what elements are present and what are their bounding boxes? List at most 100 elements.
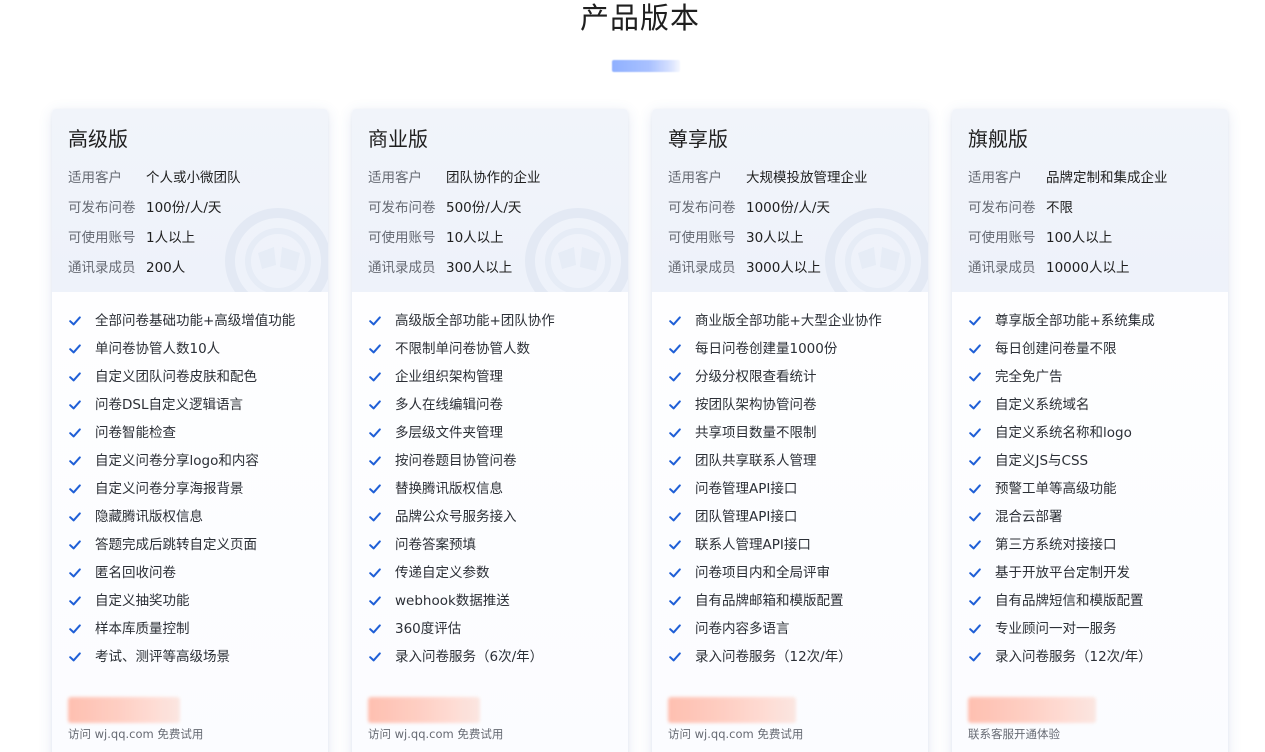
trial-note[interactable]: 访问 wj.qq.com 免费试用 <box>368 726 503 742</box>
feature-item: 自定义团队问卷皮肤和配色 <box>68 368 295 396</box>
check-icon <box>69 568 81 578</box>
feature-text: 团队管理API接口 <box>695 509 798 525</box>
feature-text: 考试、测评等高级场景 <box>95 649 230 665</box>
feature-text: 全部问卷基础功能+高级增值功能 <box>95 313 296 329</box>
info-value: 10人以上 <box>446 230 504 246</box>
check-icon <box>69 540 81 550</box>
feature-item: 问卷管理API接口 <box>668 480 882 508</box>
info-label: 可使用账号 <box>368 230 436 246</box>
feature-item: 问卷智能检查 <box>68 424 295 452</box>
feature-text: 问卷答案预填 <box>395 537 476 553</box>
feature-item: 录入问卷服务（12次/年） <box>668 648 882 676</box>
feature-text: 答题完成后跳转自定义页面 <box>95 537 257 553</box>
info-row-contacts: 通讯录成员 10000人以上 <box>968 259 1129 277</box>
feature-item: 混合云部署 <box>968 508 1155 536</box>
check-icon <box>69 484 81 494</box>
price-blurred <box>968 697 1096 723</box>
info-value: 10000人以上 <box>1046 260 1130 276</box>
info-value: 个人或小微团队 <box>146 170 241 186</box>
info-label: 可发布问卷 <box>968 200 1036 216</box>
trial-note[interactable]: 访问 wj.qq.com 免费试用 <box>68 726 203 742</box>
feature-list: 商业版全部功能+大型企业协作 每日问卷创建量1000份 分级分权限查看统计 按团… <box>668 312 882 676</box>
feature-text: 自定义问卷分享海报背景 <box>95 481 244 497</box>
info-value: 300人以上 <box>446 260 513 276</box>
check-icon <box>369 540 381 550</box>
logo-watermark-icon <box>225 208 328 292</box>
feature-text: 预警工单等高级功能 <box>995 481 1117 497</box>
check-icon <box>669 624 681 634</box>
feature-text: 自有品牌短信和模版配置 <box>995 593 1144 609</box>
check-icon <box>969 400 981 410</box>
plan-card-premium: 尊享版 适用客户 大规模投放管理企业 可发布问卷 1000份/人/天 可使用账号 30… <box>652 109 928 752</box>
check-icon <box>669 372 681 382</box>
feature-text: 品牌公众号服务接入 <box>395 509 517 525</box>
info-row-accounts: 可使用账号 1人以上 <box>68 229 195 247</box>
check-icon <box>69 428 81 438</box>
feature-item: 不限制单问卷协管人数 <box>368 340 555 368</box>
check-icon <box>69 624 81 634</box>
info-value: 1000份/人/天 <box>746 200 830 216</box>
feature-item: 团队管理API接口 <box>668 508 882 536</box>
info-row-contacts: 通讯录成员 300人以上 <box>368 259 512 277</box>
feature-text: 完全免广告 <box>995 369 1063 385</box>
feature-item: 录入问卷服务（12次/年） <box>968 648 1155 676</box>
check-icon <box>369 652 381 662</box>
info-label: 可使用账号 <box>968 230 1036 246</box>
trial-note[interactable]: 联系客服开通体验 <box>968 726 1060 742</box>
feature-item: 尊享版全部功能+系统集成 <box>968 312 1155 340</box>
feature-item: 多人在线编辑问卷 <box>368 396 555 424</box>
check-icon <box>369 568 381 578</box>
check-icon <box>369 484 381 494</box>
check-icon <box>969 540 981 550</box>
feature-item: 匿名回收问卷 <box>68 564 295 592</box>
feature-text: 第三方系统对接接口 <box>995 537 1117 553</box>
feature-text: 自定义抽奖功能 <box>95 593 190 609</box>
feature-item: 商业版全部功能+大型企业协作 <box>668 312 882 340</box>
check-icon <box>669 456 681 466</box>
check-icon <box>669 568 681 578</box>
price-blurred <box>668 697 796 723</box>
feature-text: 自定义系统域名 <box>995 397 1090 413</box>
feature-text: 单问卷协管人数10人 <box>95 341 221 357</box>
feature-text: 问卷管理API接口 <box>695 481 798 497</box>
info-row-surveys: 可发布问卷 100份/人/天 <box>68 199 221 217</box>
plan-name: 商业版 <box>368 127 428 151</box>
check-icon <box>669 652 681 662</box>
feature-item: 自有品牌短信和模版配置 <box>968 592 1155 620</box>
check-icon <box>69 400 81 410</box>
info-value: 团队协作的企业 <box>446 170 541 186</box>
feature-text: 每日问卷创建量1000份 <box>695 341 838 357</box>
check-icon <box>969 624 981 634</box>
plan-card-header: 尊享版 适用客户 大规模投放管理企业 可发布问卷 1000份/人/天 可使用账号 30… <box>652 109 928 292</box>
feature-text: 录入问卷服务（6次/年） <box>395 649 544 665</box>
check-icon <box>669 512 681 522</box>
feature-text: 商业版全部功能+大型企业协作 <box>695 313 882 329</box>
feature-text: 自定义JS与CSS <box>995 453 1089 469</box>
info-label: 通讯录成员 <box>68 260 136 276</box>
check-icon <box>69 316 81 326</box>
logo-watermark-icon <box>525 208 628 292</box>
feature-item: 隐藏腾讯版权信息 <box>68 508 295 536</box>
info-label: 通讯录成员 <box>368 260 436 276</box>
price-blurred <box>68 697 180 723</box>
trial-note[interactable]: 访问 wj.qq.com 免费试用 <box>668 726 803 742</box>
feature-item: 团队共享联系人管理 <box>668 452 882 480</box>
feature-item: 传递自定义参数 <box>368 564 555 592</box>
info-value: 30人以上 <box>746 230 804 246</box>
info-row-surveys: 可发布问卷 500份/人/天 <box>368 199 521 217</box>
check-icon <box>669 540 681 550</box>
feature-item: 自定义问卷分享logo和内容 <box>68 452 295 480</box>
info-label: 可发布问卷 <box>368 200 436 216</box>
feature-text: 自有品牌邮箱和模版配置 <box>695 593 844 609</box>
feature-text: 传递自定义参数 <box>395 565 490 581</box>
info-label: 可发布问卷 <box>68 200 136 216</box>
feature-item: 问卷答案预填 <box>368 536 555 564</box>
check-icon <box>969 652 981 662</box>
feature-item: 完全免广告 <box>968 368 1155 396</box>
feature-item: 录入问卷服务（6次/年） <box>368 648 555 676</box>
feature-item: 自定义JS与CSS <box>968 452 1155 480</box>
logo-watermark-icon <box>825 208 928 292</box>
check-icon <box>969 484 981 494</box>
feature-text: 高级版全部功能+团队协作 <box>395 313 555 329</box>
check-icon <box>669 484 681 494</box>
